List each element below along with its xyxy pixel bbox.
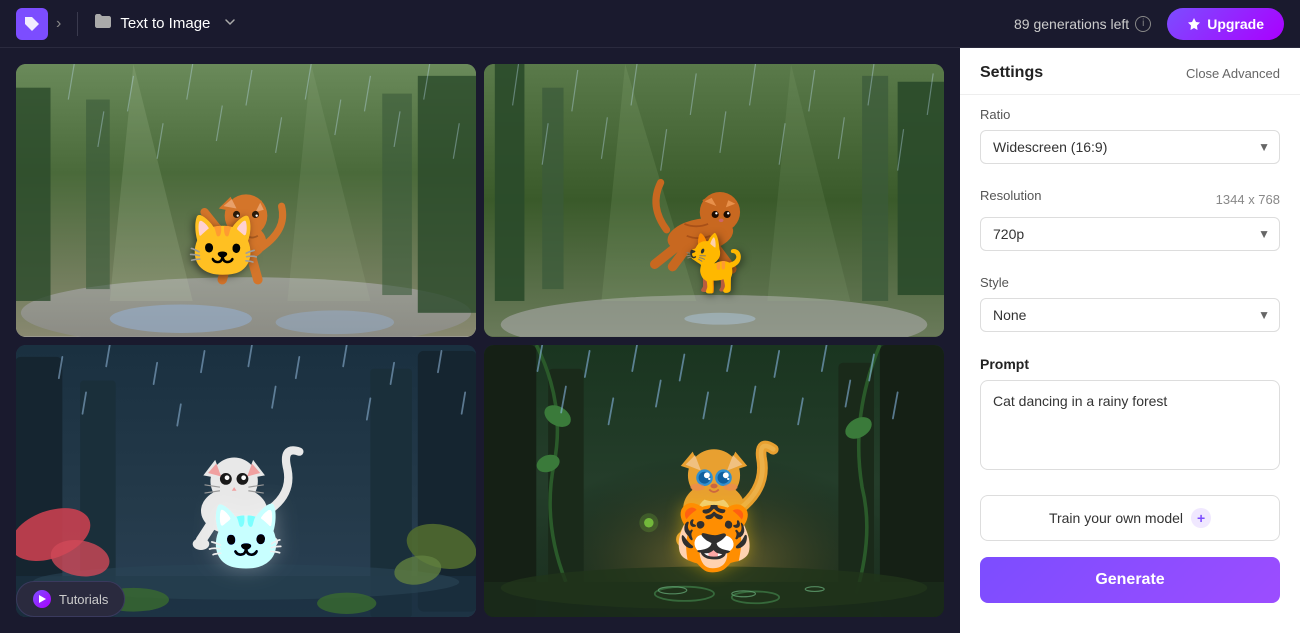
- style-select[interactable]: None Photographic Anime Comic Digital Ar…: [980, 298, 1280, 332]
- ratio-select[interactable]: Widescreen (16:9) Square (1:1) Portrait …: [980, 130, 1280, 164]
- image-card-bottom-right[interactable]: [484, 345, 944, 618]
- resolution-select[interactable]: 720p 1080p 4K: [980, 217, 1280, 251]
- image-card-bottom-left[interactable]: [16, 345, 476, 618]
- project-dropdown-button[interactable]: [218, 10, 242, 37]
- image-svg-bottom-right: [484, 345, 944, 618]
- ratio-select-wrapper: Widescreen (16:9) Square (1:1) Portrait …: [980, 130, 1280, 164]
- ratio-label: Ratio: [980, 107, 1280, 122]
- images-grid: [0, 48, 960, 633]
- generations-counter: 89 generations left i: [1014, 16, 1151, 32]
- style-label: Style: [980, 275, 1280, 290]
- settings-title: Settings: [980, 64, 1043, 82]
- tutorials-label: Tutorials: [59, 592, 108, 607]
- prompt-label: Prompt: [980, 356, 1280, 372]
- tutorials-button[interactable]: Tutorials: [16, 581, 125, 617]
- resolution-select-wrapper: 720p 1080p 4K ▼: [980, 217, 1280, 251]
- close-advanced-button[interactable]: Close Advanced: [1186, 66, 1280, 81]
- nav-chevron-icon[interactable]: ›: [56, 15, 61, 33]
- resolution-row: Resolution 1344 x 768: [980, 188, 1280, 211]
- tutorials-icon: [33, 590, 51, 608]
- generate-button[interactable]: Generate: [980, 557, 1280, 603]
- nav-right-area: 89 generations left i Upgrade: [1014, 8, 1284, 40]
- nav-divider: [77, 12, 78, 36]
- image-svg-top-left: [16, 64, 476, 337]
- folder-icon: [94, 13, 112, 34]
- prompt-section: Prompt Cat dancing in a rainy forest: [960, 344, 1300, 487]
- top-navigation: › Text to Image 89 generations left i Up…: [0, 0, 1300, 48]
- resolution-label: Resolution: [980, 188, 1041, 203]
- image-card-top-right[interactable]: [484, 64, 944, 337]
- train-model-label: Train your own model: [1049, 510, 1183, 526]
- settings-panel: Settings Close Advanced Ratio Widescreen…: [960, 48, 1300, 633]
- style-select-wrapper: None Photographic Anime Comic Digital Ar…: [980, 298, 1280, 332]
- train-plus-icon: +: [1191, 508, 1211, 528]
- image-card-top-left[interactable]: [16, 64, 476, 337]
- resolution-section: Resolution 1344 x 768 720p 1080p 4K ▼: [960, 176, 1300, 263]
- image-svg-bottom-left: [16, 345, 476, 618]
- prompt-textarea[interactable]: Cat dancing in a rainy forest: [980, 380, 1280, 470]
- style-section: Style None Photographic Anime Comic Digi…: [960, 263, 1300, 344]
- train-model-button[interactable]: Train your own model +: [980, 495, 1280, 541]
- logo-icon[interactable]: [16, 8, 48, 40]
- train-model-section: Train your own model +: [960, 487, 1300, 553]
- upgrade-button[interactable]: Upgrade: [1167, 8, 1284, 40]
- main-content: Settings Close Advanced Ratio Widescreen…: [0, 48, 1300, 633]
- info-icon[interactable]: i: [1135, 16, 1151, 32]
- settings-header: Settings Close Advanced: [960, 48, 1300, 95]
- resolution-display: 1344 x 768: [1216, 192, 1280, 207]
- image-svg-top-right: [484, 64, 944, 337]
- project-title: Text to Image: [120, 15, 210, 32]
- ratio-section: Ratio Widescreen (16:9) Square (1:1) Por…: [960, 95, 1300, 176]
